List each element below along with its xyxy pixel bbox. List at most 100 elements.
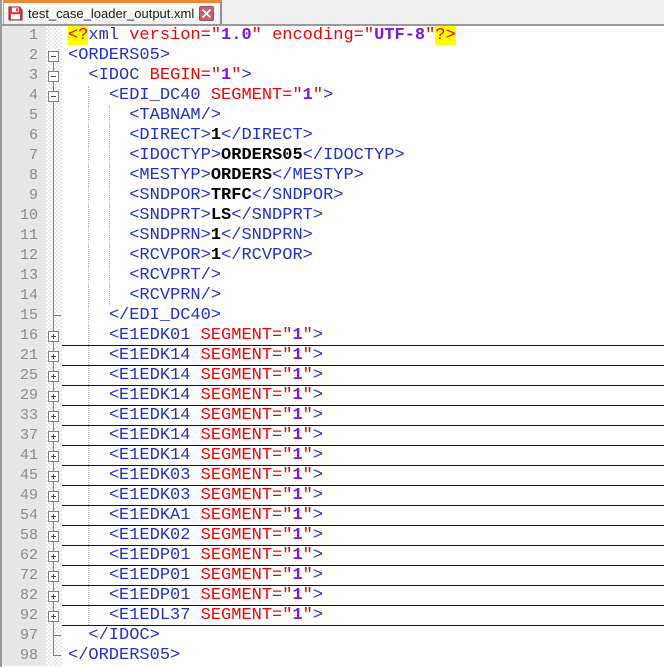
code-row: 4 <EDI_DC40 SEGMENT="1"> [2,86,664,106]
code-line[interactable]: <RCVPRT/> [62,266,664,286]
code-line[interactable]: </ORDERS05> [62,646,664,666]
fold-expand-icon[interactable] [48,391,59,402]
code-line[interactable]: <E1EDK14 SEGMENT="1"> [62,366,664,386]
fold-expand-icon[interactable] [48,591,59,602]
fold-line [53,306,54,326]
fold-corner-tick [54,315,61,316]
fold-expand-icon[interactable] [48,511,59,522]
code-segment: </IDOCTYP> [303,146,405,165]
line-number: 41 [2,446,46,466]
code-line[interactable]: <SNDPRN>1</SNDPRN> [62,226,664,246]
code-line[interactable]: <E1EDL37 SEGMENT="1"> [62,606,664,626]
indent-guide [88,186,89,206]
code-line[interactable]: <E1EDKA1 SEGMENT="1"> [62,506,664,526]
tab-test-case-loader-output[interactable]: test_case_loader_output.xml [3,0,222,24]
code-line[interactable]: <E1EDP01 SEGMENT="1"> [62,546,664,566]
fold-expand-icon[interactable] [48,471,59,482]
code-segment: <E1EDK14 [109,446,201,465]
indent-guide [88,566,89,585]
indent-guide [109,286,110,306]
code-line[interactable]: <TABNAM/> [62,106,664,126]
code-line[interactable]: <E1EDK14 SEGMENT="1"> [62,446,664,466]
fold-expand-icon[interactable] [48,371,59,382]
fold-expand-icon[interactable] [48,331,59,342]
code-line[interactable]: <IDOC BEGIN="1"> [62,66,664,86]
code-line[interactable]: <RCVPRN/> [62,286,664,306]
code-segment: </SNDPRT> [231,206,323,225]
code-segment: <E1EDK02 [109,526,201,545]
code-line[interactable]: <ORDERS05> [62,46,664,66]
code-line[interactable]: <E1EDK02 SEGMENT="1"> [62,526,664,546]
code-line[interactable]: <SNDPRT>LS</SNDPRT> [62,206,664,226]
fold-margin [46,66,62,86]
fold-expand-icon[interactable] [48,491,59,502]
fold-collapse-icon[interactable] [48,91,59,102]
indent-guide [88,366,89,385]
code-line[interactable]: <RCVPOR>1</RCVPOR> [62,246,664,266]
code-line[interactable]: <E1EDK14 SEGMENT="1"> [62,426,664,446]
code-segment: SEGMENT=" [201,566,293,585]
indent-guide [88,346,89,365]
fold-expand-icon[interactable] [48,451,59,462]
fold-corner-tick [54,655,61,656]
code-segment: <E1EDK01 [109,326,201,345]
line-number: 12 [2,246,46,266]
code-row: 10 <SNDPRT>LS</SNDPRT> [2,206,664,226]
code-line[interactable]: <E1EDK03 SEGMENT="1"> [62,466,664,486]
code-segment: SEGMENT=" [201,386,293,405]
code-line[interactable]: </IDOC> [62,626,664,646]
code-segment: 1 [292,346,302,365]
code-line[interactable]: <DIRECT>1</DIRECT> [62,126,664,146]
code-segment: <E1EDK14 [109,366,201,385]
fold-expand-icon[interactable] [48,351,59,362]
code-segment: > [323,86,333,105]
code-row: 6 <DIRECT>1</DIRECT> [2,126,664,146]
fold-expand-icon[interactable] [48,571,59,582]
code-line[interactable]: </EDI_DC40> [62,306,664,326]
code-editor[interactable]: 1 <?xml version="1.0" encoding="UTF-8"?> 2… [2,26,664,667]
code-line[interactable]: <E1EDK14 SEGMENT="1"> [62,346,664,366]
fold-line [53,166,54,186]
code-segment [68,226,129,245]
code-line[interactable]: <?xml version="1.0" encoding="UTF-8"?> [62,26,664,46]
line-number: 29 [2,386,46,406]
line-number: 72 [2,566,46,586]
code-line[interactable]: <E1EDP01 SEGMENT="1"> [62,566,664,586]
indent-guide [88,106,89,126]
code-line[interactable]: <E1EDK14 SEGMENT="1"> [62,386,664,406]
fold-expand-icon[interactable] [48,551,59,562]
indent-guide [109,226,110,246]
code-line[interactable]: <E1EDK01 SEGMENT="1"> [62,326,664,346]
code-line[interactable]: <SNDPOR>TRFC</SNDPOR> [62,186,664,206]
code-line[interactable]: <EDI_DC40 SEGMENT="1"> [62,86,664,106]
code-row: 29 <E1EDK14 SEGMENT="1"> [2,386,664,406]
tab-bar: test_case_loader_output.xml [2,0,664,26]
code-segment: > [313,486,323,505]
code-line[interactable]: <E1EDK14 SEGMENT="1"> [62,406,664,426]
code-line[interactable]: <IDOCTYP>ORDERS05</IDOCTYP> [62,146,664,166]
code-line[interactable]: <E1EDK03 SEGMENT="1"> [62,486,664,506]
code-segment: encoding=" [272,26,374,45]
fold-line [53,226,54,246]
fold-collapse-icon[interactable] [48,71,59,82]
fold-expand-icon[interactable] [48,611,59,622]
code-line[interactable]: <MESTYP>ORDERS</MESTYP> [62,166,664,186]
code-segment [68,146,129,165]
code-segment: " [303,366,313,385]
fold-expand-icon[interactable] [48,431,59,442]
code-line[interactable]: <E1EDP01 SEGMENT="1"> [62,586,664,606]
code-row: 62 <E1EDP01 SEGMENT="1"> [2,546,664,566]
fold-margin [46,466,62,486]
code-row: 41 <E1EDK14 SEGMENT="1"> [2,446,664,466]
fold-margin [46,146,62,166]
code-segment: > [313,386,323,405]
fold-expand-icon[interactable] [48,411,59,422]
fold-margin [46,446,62,466]
fold-collapse-icon[interactable] [48,51,59,62]
close-tab-icon[interactable] [199,6,214,21]
code-segment: <DIRECT> [129,126,211,145]
code-segment [68,246,129,265]
fold-expand-icon[interactable] [48,531,59,542]
code-segment: <TABNAM/> [129,106,221,125]
code-row: 37 <E1EDK14 SEGMENT="1"> [2,426,664,446]
